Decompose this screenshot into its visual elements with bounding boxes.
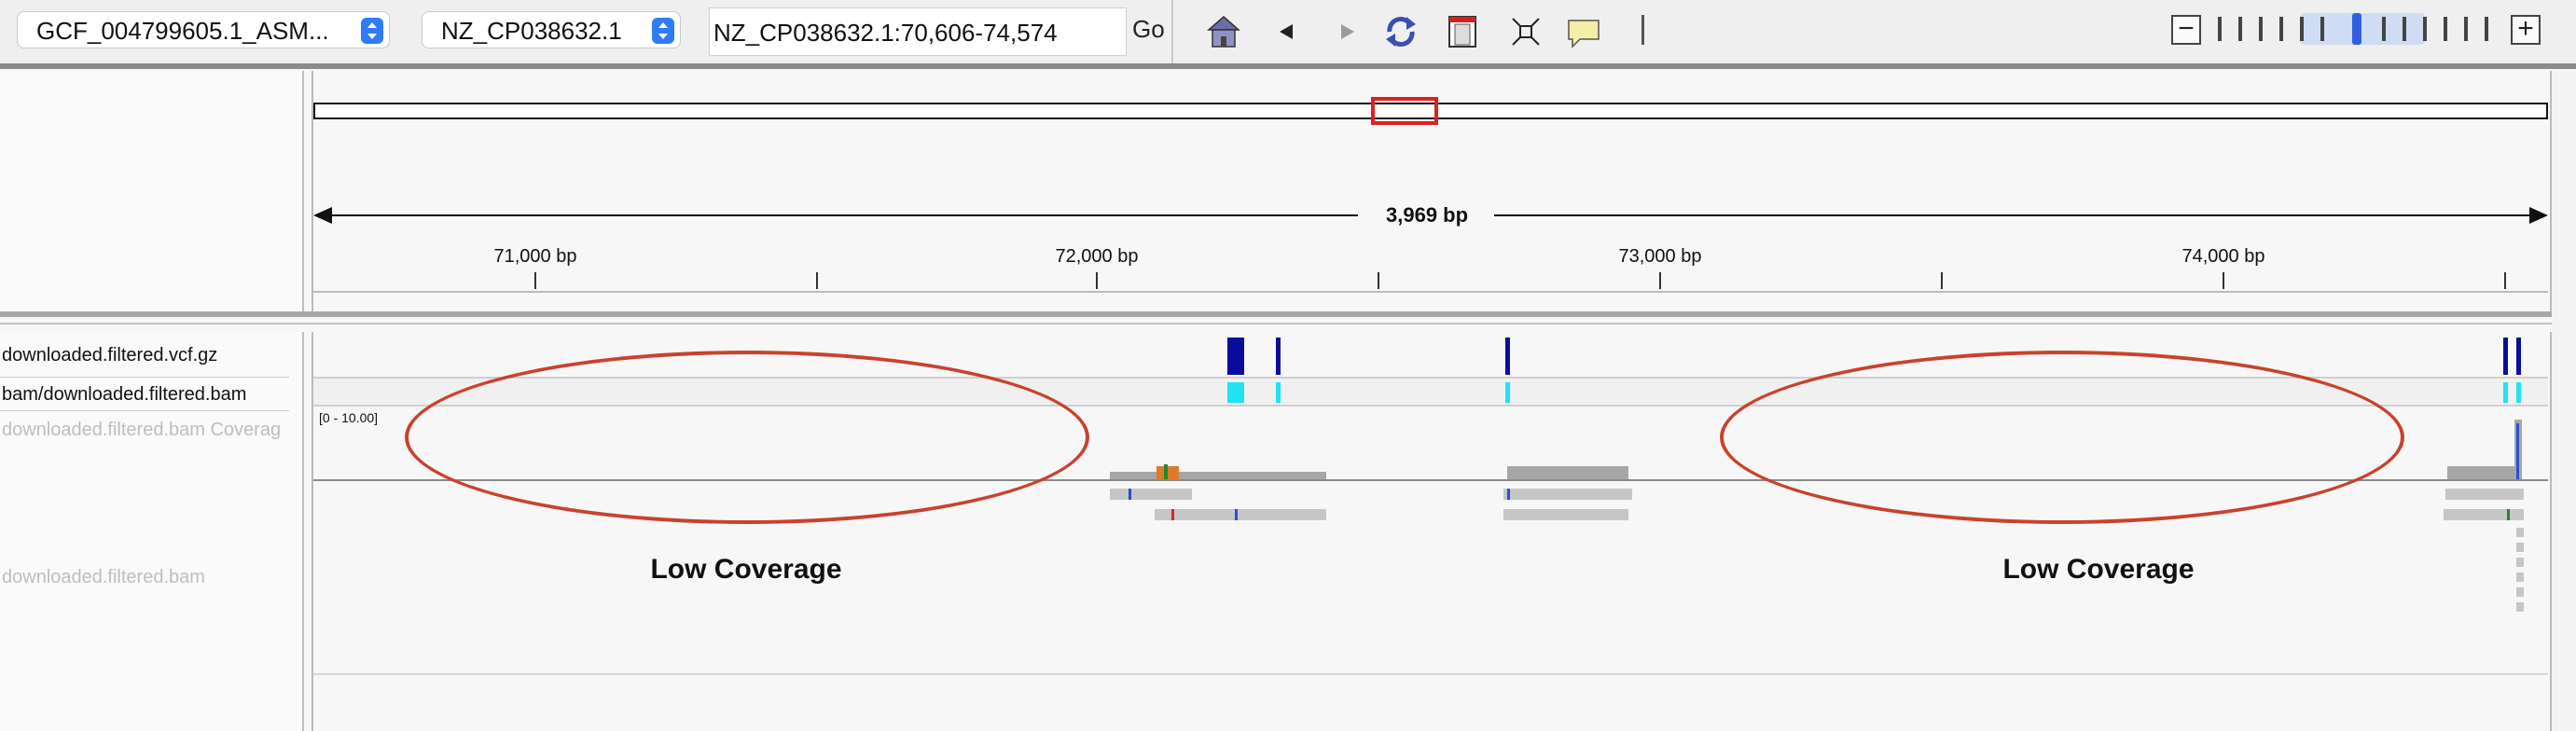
low-coverage-ellipse-right <box>1720 351 2404 524</box>
low-coverage-label-left: Low Coverage <box>650 554 842 585</box>
zoom-out-button[interactable]: − <box>2171 15 2201 45</box>
zoom-tick <box>2464 17 2468 41</box>
zoom-tick <box>2320 17 2324 41</box>
region-of-interest-icon[interactable] <box>1444 13 1481 50</box>
ruler-tick <box>816 272 818 289</box>
tick-label: 72,000 bp <box>1055 246 1139 267</box>
zoom-tick <box>2444 17 2447 41</box>
genotype-call[interactable] <box>1227 382 1244 403</box>
back-arrow-icon[interactable] <box>1268 13 1306 50</box>
coverage-mismatch[interactable] <box>1156 466 1179 479</box>
chromosome-dropdown[interactable]: NZ_CP038632.1 <box>422 11 681 48</box>
read-mismatch <box>1171 509 1174 520</box>
genotype-call[interactable] <box>2503 382 2508 403</box>
low-coverage-ellipse-left <box>405 351 1089 524</box>
tick-label: 74,000 bp <box>2181 246 2265 267</box>
read-alignment[interactable] <box>1110 489 1192 500</box>
read-mismatch <box>2507 509 2510 520</box>
fit-to-window-icon[interactable] <box>1507 13 1544 50</box>
zoom-tick <box>2300 17 2304 41</box>
zoom-tick <box>2382 17 2386 41</box>
read-mismatch <box>1129 489 1131 500</box>
track-name-bam-genotype[interactable]: bam/downloaded.filtered.bam <box>2 384 246 406</box>
current-region-box[interactable] <box>1371 97 1438 125</box>
zoom-tick <box>2238 17 2242 41</box>
span-line-right <box>1494 214 2539 216</box>
ruler-tick <box>2223 272 2224 289</box>
read-alignment[interactable] <box>2444 509 2524 520</box>
track-name-separator <box>0 410 289 411</box>
toolbar-divider <box>1171 0 1173 63</box>
popup-info-icon[interactable] <box>1565 13 1602 50</box>
track-name-alignment[interactable]: downloaded.filtered.bam <box>2 567 205 588</box>
go-button[interactable]: Go <box>1132 15 1165 44</box>
panel-divider-line <box>0 323 2576 324</box>
track-name-coverage[interactable]: downloaded.filtered.bam Coverag <box>2 420 281 441</box>
forward-arrow-icon[interactable] <box>1328 13 1365 50</box>
span-label: 3,969 bp <box>1386 203 1469 227</box>
zoom-tick <box>2423 17 2427 41</box>
coverage-range-label: [0 - 10.00] <box>319 410 379 425</box>
zoom-tick <box>2279 17 2283 41</box>
read-mismatch <box>1507 489 1510 500</box>
vertical-scrollbar[interactable] <box>2552 71 2576 731</box>
ruler-tick <box>1096 272 1098 289</box>
zoom-tick <box>2403 17 2406 41</box>
chromosome-stepper-icon <box>652 18 674 44</box>
genome-dropdown-value: GCF_004799605.1_ASM... <box>36 17 329 45</box>
span-line-left <box>323 214 1358 216</box>
read-mismatch <box>1235 509 1238 520</box>
ruler-tick <box>1659 272 1661 289</box>
read-stack[interactable] <box>2516 528 2524 617</box>
header-name-panel <box>0 71 304 311</box>
vcf-variant[interactable] <box>1276 338 1281 375</box>
panel-divider[interactable] <box>0 311 2576 317</box>
read-alignment[interactable] <box>1503 489 1632 500</box>
vcf-variant[interactable] <box>2503 338 2508 375</box>
genotype-call[interactable] <box>2516 382 2521 403</box>
ruler-tick <box>2504 272 2506 289</box>
zoom-tick <box>2218 17 2222 41</box>
read-alignment[interactable] <box>1503 509 1628 520</box>
coverage-bar[interactable] <box>1507 466 1628 479</box>
refresh-icon[interactable] <box>1382 13 1420 50</box>
tick-label: 73,000 bp <box>1618 246 1702 267</box>
track-border <box>313 673 2548 675</box>
coverage-bar[interactable] <box>1110 472 1326 479</box>
read-alignment[interactable] <box>1155 509 1326 520</box>
genome-dropdown[interactable]: GCF_004799605.1_ASM... <box>17 11 390 48</box>
track-name-vcf[interactable]: downloaded.filtered.vcf.gz <box>2 345 217 366</box>
ruler-baseline <box>313 291 2548 293</box>
zoom-slider-thumb[interactable] <box>2352 13 2361 45</box>
vcf-variant[interactable] <box>2516 338 2521 375</box>
ruler-tick <box>1941 272 1943 289</box>
genotype-call[interactable] <box>1505 382 1510 403</box>
genome-stepper-icon <box>361 18 383 44</box>
vcf-variant[interactable] <box>1505 338 1510 375</box>
vcf-variant[interactable] <box>1227 338 1244 375</box>
read-alignment[interactable] <box>2445 489 2524 500</box>
chromosome-dropdown-value: NZ_CP038632.1 <box>441 17 622 45</box>
ruler-tick <box>534 272 536 289</box>
track-name-separator <box>0 377 289 378</box>
coverage-mismatch[interactable] <box>1164 464 1168 479</box>
genotype-call[interactable] <box>1276 382 1281 403</box>
ruler-tick <box>1378 272 1379 289</box>
toolbar: GCF_004799605.1_ASM... NZ_CP038632.1 NZ_… <box>0 0 2576 69</box>
low-coverage-label-right: Low Coverage <box>2002 554 2195 585</box>
span-arrow-right-icon <box>2529 207 2548 224</box>
locus-input[interactable]: NZ_CP038632.1:70,606-74,574 <box>709 7 1127 56</box>
ruler-toggle-icon[interactable] <box>1641 15 1644 45</box>
zoom-tick <box>2485 17 2488 41</box>
span-arrow-left-icon <box>313 207 332 224</box>
zoom-in-button[interactable]: + <box>2511 15 2541 45</box>
tick-label: 71,000 bp <box>493 246 577 267</box>
home-icon[interactable] <box>1205 13 1242 50</box>
coverage-mismatch[interactable] <box>2516 423 2519 479</box>
zoom-tick <box>2259 17 2263 41</box>
coverage-bar[interactable] <box>2447 466 2522 479</box>
